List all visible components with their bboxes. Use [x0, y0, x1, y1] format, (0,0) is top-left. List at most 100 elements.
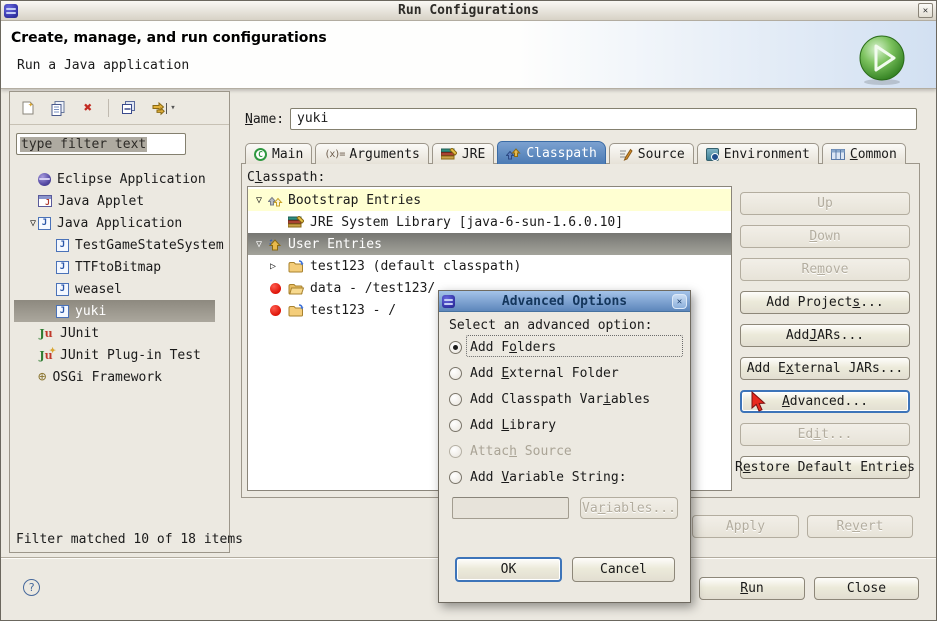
cancel-button[interactable]: Cancel	[572, 557, 675, 582]
option-add-variable-string[interactable]: Add Variable String:	[449, 467, 627, 487]
sidebar-item-yuki[interactable]: yuki	[14, 300, 215, 322]
junit-plugin-icon: ✦	[38, 349, 54, 362]
option-add-library[interactable]: Add Library	[449, 415, 556, 435]
option-label: Add Folders	[470, 340, 556, 355]
option-add-classpath-variables[interactable]: Add Classpath Variables	[449, 389, 650, 409]
osgi-framework-icon	[38, 371, 46, 384]
apply-button[interactable]: Apply	[692, 515, 799, 538]
tree-item-label: JUnit Plug-in Test	[60, 348, 201, 363]
classpath-row-label: User Entries	[288, 237, 382, 252]
expander-open-icon[interactable]: ▽	[252, 195, 266, 206]
sidebar-item-java-application[interactable]: ▽ Java Application	[14, 212, 215, 234]
down-button[interactable]: Down	[740, 225, 910, 248]
jre-library-icon	[288, 216, 304, 228]
sidebar-item-junit-plugin-test[interactable]: ✦ JUnit Plug-in Test	[14, 344, 215, 366]
add-jars-button[interactable]: Add JARs...	[740, 324, 910, 347]
radio-icon[interactable]	[449, 419, 462, 432]
tab-classpath[interactable]: Classpath	[497, 141, 605, 164]
option-add-external-folder[interactable]: Add External Folder	[449, 363, 619, 383]
tab-common[interactable]: Common	[822, 143, 906, 164]
bootstrap-entries-icon	[268, 194, 284, 207]
close-button[interactable]: Close	[814, 577, 919, 600]
tab-label: Main	[272, 147, 303, 162]
tab-source[interactable]: Source	[609, 143, 694, 164]
junit-icon	[38, 327, 54, 340]
delete-icon[interactable]: ✖	[78, 98, 98, 118]
radio-icon[interactable]	[449, 367, 462, 380]
add-external-jars-button[interactable]: Add External JARs...	[740, 357, 910, 380]
tab-main[interactable]: Main	[245, 143, 312, 164]
option-label: Add Library	[470, 418, 556, 433]
tab-arguments[interactable]: (x)= Arguments	[315, 143, 429, 164]
banner-subtitle: Run a Java application	[17, 58, 189, 73]
filter-input-value: type filter text	[20, 137, 147, 152]
expander-open-icon[interactable]: ▽	[26, 218, 40, 229]
sidebar-item-junit[interactable]: JUnit	[14, 322, 215, 344]
expander-open-icon[interactable]: ▽	[252, 239, 266, 250]
new-configuration-icon[interactable]: ✦	[18, 98, 38, 118]
tab-label: JRE	[462, 147, 485, 162]
tree-item-label: Eclipse Application	[57, 172, 206, 187]
classpath-label: Classpath:	[247, 170, 325, 185]
tree-item-label: TTFtoBitmap	[75, 260, 161, 275]
radio-icon[interactable]	[449, 471, 462, 484]
run-sphere-icon	[856, 34, 908, 86]
folder-default-classpath-icon	[288, 304, 305, 317]
banner-title: Create, manage, and run configurations	[11, 30, 327, 46]
dialog-close-icon[interactable]	[672, 294, 687, 309]
filter-configurations-icon[interactable]: ▾	[149, 98, 179, 118]
error-dot-icon	[270, 305, 281, 316]
revert-button[interactable]: Revert	[807, 515, 913, 538]
restore-default-entries-button[interactable]: Restore Default Entries	[740, 456, 910, 479]
add-projects-button[interactable]: Add Projects...	[740, 291, 910, 314]
remove-button[interactable]: Remove	[740, 258, 910, 281]
edit-button[interactable]: Edit...	[740, 423, 910, 446]
classpath-row-test123-default[interactable]: ▷ test123 (default classpath)	[248, 255, 731, 277]
tab-label: Arguments	[349, 147, 419, 162]
duplicate-icon[interactable]	[48, 98, 68, 118]
classpath-row-user-entries[interactable]: ▽ User Entries	[248, 233, 731, 255]
help-icon[interactable]	[23, 579, 40, 596]
run-button[interactable]: Run	[699, 577, 805, 600]
main-tab-icon	[254, 148, 267, 161]
sidebar-item-java-applet[interactable]: Java Applet	[14, 190, 215, 212]
radio-icon[interactable]	[449, 393, 462, 406]
jre-tab-icon	[441, 148, 457, 160]
tree-item-label: weasel	[75, 282, 122, 297]
java-application-icon	[56, 283, 69, 296]
window-titlebar[interactable]: Run Configurations	[1, 1, 936, 21]
tree-item-label: JUnit	[60, 326, 99, 341]
expander-closed-icon[interactable]: ▷	[266, 261, 280, 272]
name-input[interactable]: yuki	[290, 108, 917, 130]
sidebar-item-weasel[interactable]: weasel	[14, 278, 215, 300]
classpath-row-label: Bootstrap Entries	[288, 193, 421, 208]
dialog-prompt: Select an advanced option:	[449, 318, 653, 333]
option-add-folders[interactable]: Add Folders	[449, 337, 556, 357]
up-button[interactable]: Up	[740, 192, 910, 215]
variables-button: Variables...	[580, 497, 678, 519]
tab-label: Common	[850, 147, 897, 162]
mouse-cursor-icon	[750, 391, 768, 413]
sidebar-item-testgamestatesystem[interactable]: TestGameStateSystem	[14, 234, 215, 256]
classpath-tab-icon	[506, 147, 521, 160]
ok-button[interactable]: OK	[455, 557, 562, 582]
tree-item-label: TestGameStateSystem	[75, 238, 224, 253]
sidebar-item-osgi-framework[interactable]: OSGi Framework	[14, 366, 215, 388]
tab-environment[interactable]: Environment	[697, 143, 819, 164]
classpath-row-bootstrap-entries[interactable]: ▽ Bootstrap Entries	[248, 189, 731, 211]
tree-item-label: Java Applet	[58, 194, 144, 209]
collapse-all-icon[interactable]	[119, 98, 139, 118]
classpath-row-label: test123 (default classpath)	[310, 259, 521, 274]
window-close-icon[interactable]	[918, 3, 933, 18]
classpath-row-jre-system-library[interactable]: JRE System Library [java-6-sun-1.6.0.10]	[248, 211, 731, 233]
folder-open-icon	[288, 282, 305, 295]
arguments-tab-icon: (x)=	[324, 149, 344, 160]
filter-input[interactable]: type filter text	[16, 133, 186, 155]
sidebar-item-ttftobitmap[interactable]: TTFtoBitmap	[14, 256, 215, 278]
radio-checked-icon[interactable]	[449, 341, 462, 354]
dialog-titlebar[interactable]: Advanced Options	[439, 291, 690, 312]
config-tabbar: Main (x)= Arguments JRE Classpath Source	[245, 141, 909, 164]
tab-jre[interactable]: JRE	[432, 143, 494, 164]
filter-status-text: Filter matched 10 of 18 items	[16, 532, 243, 547]
sidebar-item-eclipse-application[interactable]: Eclipse Application	[14, 168, 215, 190]
